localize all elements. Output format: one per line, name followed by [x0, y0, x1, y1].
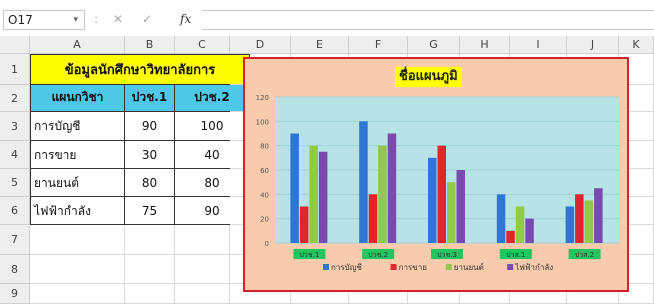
empty-cell[interactable] [175, 225, 230, 255]
empty-cell[interactable] [30, 225, 125, 255]
bar [359, 121, 368, 243]
empty-cell[interactable] [125, 255, 175, 284]
cell-year1[interactable]: 80 [125, 169, 175, 197]
y-tick-label: 100 [256, 118, 269, 126]
bar [584, 200, 594, 243]
row-header-9[interactable]: 9 [0, 284, 30, 304]
cell-year1[interactable]: 75 [125, 197, 175, 225]
x-tick-label: ปวช.2 [368, 251, 388, 259]
row-header-5[interactable]: 5 [0, 169, 30, 197]
empty-cell[interactable] [175, 255, 230, 284]
column-header-j[interactable]: J [567, 36, 619, 54]
x-tick-label: ปวส.1 [506, 251, 525, 259]
bar [515, 206, 525, 243]
column-header-c[interactable]: C [175, 36, 230, 54]
column-header-i[interactable]: I [510, 36, 567, 54]
column-header-e[interactable]: E [291, 36, 349, 54]
legend-swatch [390, 264, 397, 270]
bar [506, 230, 515, 243]
chart-object[interactable]: ชื่อแผนภูมิ 0 20 40 60 80 100 120 ปวช.1 ปวช.2 ปวช… [243, 57, 629, 292]
legend-label: การขาย [399, 263, 427, 272]
select-all-corner[interactable] [0, 36, 30, 54]
name-box[interactable]: O17 ▾ [3, 10, 85, 30]
y-tick-label: 120 [256, 94, 269, 102]
y-tick-label: 0 [265, 240, 269, 248]
cell-year1[interactable]: 30 [125, 141, 175, 169]
bar [575, 194, 584, 243]
bar [387, 133, 397, 243]
column-header-k[interactable]: K [619, 36, 654, 54]
bar [318, 151, 328, 243]
column-header-g[interactable]: G [408, 36, 460, 54]
cell-dept[interactable]: ไฟฟ้ากำลัง [30, 197, 125, 225]
row-header-3[interactable]: 3 [0, 112, 30, 141]
empty-cell[interactable] [175, 284, 230, 304]
x-tick-label: ปวช.3 [437, 251, 457, 259]
row-header-4[interactable]: 4 [0, 141, 30, 169]
y-tick-label: 20 [260, 216, 269, 224]
empty-cell[interactable] [30, 284, 125, 304]
row-header-8[interactable]: 8 [0, 255, 30, 284]
row-header-6[interactable]: 6 [0, 197, 30, 225]
row-header-7[interactable]: 7 [0, 225, 30, 255]
y-tick-label: 40 [260, 191, 269, 199]
sheet-title: ข้อมูลนักศึกษาวิทยาลัยการ [64, 63, 216, 78]
legend-swatch [507, 264, 514, 270]
legend-label: ยานยนต์ [454, 262, 484, 272]
fx-icon[interactable]: fx [180, 10, 191, 28]
formula-separator-icon: : [94, 12, 99, 26]
bar [496, 194, 506, 243]
empty-cell[interactable] [30, 255, 125, 284]
bar [565, 206, 575, 243]
bar [428, 157, 437, 243]
legend-swatch [323, 264, 329, 270]
row-header-1[interactable]: 1 [0, 54, 30, 85]
bar [378, 145, 387, 243]
legend-label: ไฟฟ้ากำลัง [514, 263, 553, 272]
column-header-f[interactable]: F [349, 36, 408, 54]
column-header-a[interactable]: A [30, 36, 125, 54]
row-header-2[interactable]: 2 [0, 85, 30, 112]
cell-dept[interactable]: ยานยนต์ [30, 169, 125, 197]
x-tick-label: ปวส.2 [575, 251, 594, 259]
empty-cell[interactable] [125, 284, 175, 304]
legend-swatch [445, 264, 452, 270]
header-year1[interactable]: ปวช.1 [125, 85, 175, 112]
bar [447, 182, 456, 243]
bar [299, 206, 309, 243]
sheet-title-cell[interactable]: ข้อมูลนักศึกษาวิทยาลัยการ [30, 54, 250, 85]
bar [437, 145, 446, 243]
column-header-b[interactable]: B [125, 36, 175, 54]
cell-year1[interactable]: 90 [125, 112, 175, 141]
chevron-down-icon[interactable]: ▾ [73, 11, 78, 29]
header-dept[interactable]: แผนกวิชา [30, 85, 125, 112]
legend-label: การบัญชี [331, 263, 363, 272]
bar [594, 188, 603, 243]
enter-icon[interactable]: ✓ [142, 10, 152, 28]
chart-svg: 0 20 40 60 80 100 120 ปวช.1 ปวช.2 ปวช.3 ปวส.1 ปวส.2… [256, 94, 619, 272]
bar [290, 133, 299, 243]
bar [309, 145, 318, 243]
column-header-h[interactable]: H [460, 36, 510, 54]
cancel-icon[interactable]: ✕ [113, 10, 123, 28]
empty-cell[interactable] [125, 225, 175, 255]
y-tick-label: 80 [260, 143, 269, 151]
x-tick-label: ปวช.1 [299, 251, 319, 259]
cell-dept[interactable]: การขาย [30, 141, 125, 169]
column-header-d[interactable]: D [230, 36, 291, 54]
bar [456, 170, 465, 243]
y-tick-label: 60 [260, 167, 269, 175]
formula-bar: O17 ▾ : ✕ ✓ fx [0, 0, 654, 30]
bar [525, 218, 534, 243]
cell-dept[interactable]: การบัญชี [30, 112, 125, 141]
bar [368, 194, 378, 243]
formula-input[interactable] [202, 10, 654, 30]
name-box-value: O17 [8, 13, 33, 27]
